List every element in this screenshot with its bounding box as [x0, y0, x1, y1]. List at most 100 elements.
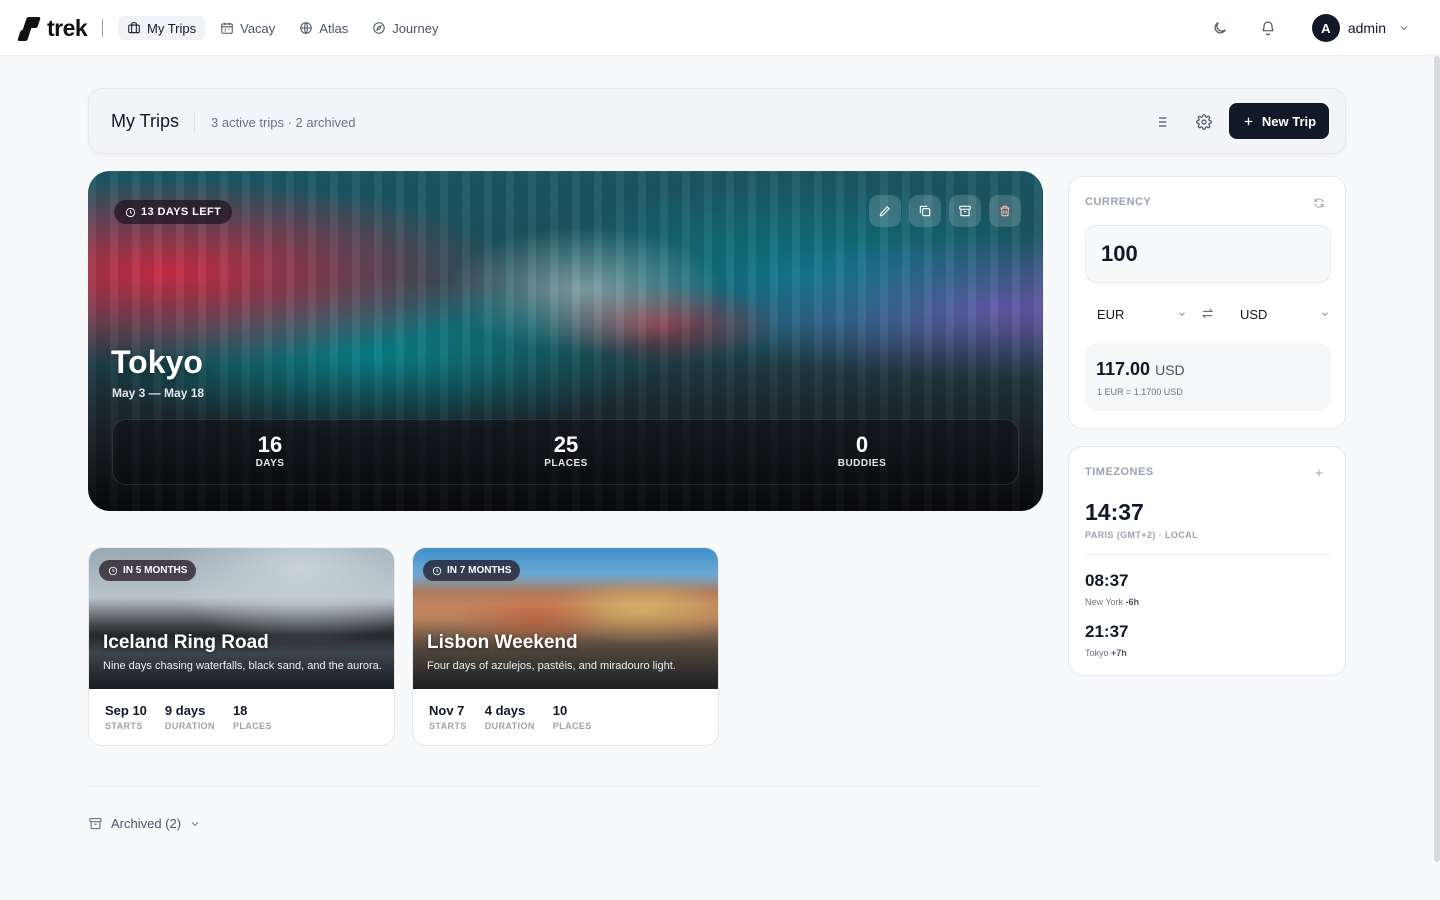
stat-places: 10 PLACES [552, 703, 592, 731]
timezone-divider [1085, 554, 1331, 555]
stat-starts: Nov 7 STARTS [429, 703, 467, 731]
logo-text: trek [47, 15, 88, 41]
converted-unit: USD [1155, 362, 1185, 378]
plus-icon [1244, 117, 1253, 125]
trip-description: Four days of azulejos, pastéis, and mira… [427, 660, 676, 672]
refresh-icon [1314, 198, 1324, 208]
timezone-time-tokyo: 21:37 [1085, 622, 1129, 641]
gear-icon [1196, 114, 1212, 130]
stat-buddies: 0 BUDDIES [837, 432, 887, 469]
settings-button[interactable] [1188, 106, 1220, 138]
avatar: A [1311, 14, 1340, 42]
chevron-down-icon [1179, 312, 1185, 316]
trip-card-lisbon[interactable]: IN 7 MONTHS Lisbon Weekend Four days of … [412, 547, 719, 746]
countdown-badge: IN 7 MONTHS [423, 560, 521, 581]
archived-label: Archived (2) [111, 816, 182, 831]
stat-duration: 4 days DURATION [484, 703, 535, 731]
trip-dates: May 3 — May 18 [112, 386, 205, 400]
archive-icon [89, 817, 102, 830]
calendar-icon [221, 22, 233, 34]
clock-icon [125, 207, 136, 217]
top-nav: trek My Trips Vacay Atlas Journey A admi… [0, 0, 1440, 56]
delete-trip-button[interactable] [989, 195, 1021, 227]
new-trip-label: New Trip [1261, 113, 1317, 129]
compass-icon [373, 22, 385, 34]
clock-icon [432, 566, 442, 575]
nav-item-label: Vacay [240, 20, 276, 36]
timezone-city-new-york: New York -6h [1085, 597, 1140, 607]
trip-stats: Sep 10 STARTS 9 days DURATION 18 PLACES [105, 703, 272, 731]
nav-right: A admin [1204, 0, 1440, 56]
exchange-rate: 1 EUR = 1.1700 USD [1097, 387, 1183, 397]
widget-title: CURRENCY [1085, 196, 1152, 208]
logo-icon [17, 16, 41, 41]
nav-item-journey[interactable]: Journey [363, 16, 447, 40]
stat-duration: 9 days DURATION [164, 703, 215, 731]
archived-toggle[interactable]: Archived (2) [88, 816, 201, 831]
logo[interactable]: trek [17, 15, 88, 42]
trip-stats: Nov 7 STARTS 4 days DURATION 10 PLACES [429, 703, 592, 731]
countdown-badge: IN 5 MONTHS [99, 560, 197, 581]
stat-days: 16 DAYS [255, 432, 285, 469]
featured-trip-card[interactable]: 13 DAYS LEFT Tokyo May 3 — May 18 16 DAY… [88, 171, 1043, 511]
trip-count: 3 active trips · 2 archived [211, 115, 356, 130]
chevron-down-icon [191, 821, 199, 826]
bell-icon [1262, 21, 1274, 36]
dark-mode-toggle[interactable] [1204, 12, 1236, 44]
nav-item-vacay[interactable]: Vacay [211, 16, 284, 40]
pencil-icon [879, 206, 890, 217]
duplicate-trip-button[interactable] [909, 195, 941, 227]
swap-currency-button[interactable] [1197, 303, 1217, 323]
chevron-down-icon [1322, 312, 1328, 316]
list-icon [1155, 117, 1167, 127]
nav-item-label: Atlas [319, 20, 349, 36]
swap-icon [1201, 308, 1213, 318]
conversion-result: 117.00 USD 1 EUR = 1.1700 USD [1085, 343, 1331, 411]
local-timezone-label: PARIS (GMT+2) · LOCAL [1085, 530, 1198, 540]
nav-item-label: Journey [392, 20, 439, 36]
trip-card-iceland[interactable]: IN 5 MONTHS Iceland Ring Road Nine days … [88, 547, 395, 746]
trip-title: Lisbon Weekend [427, 632, 578, 653]
chevron-down-icon [1400, 26, 1408, 31]
local-time: 14:37 [1085, 499, 1144, 525]
widget-title: TIMEZONES [1085, 466, 1154, 478]
trip-title: Tokyo [111, 344, 203, 380]
nav-item-atlas[interactable]: Atlas [290, 16, 357, 40]
timezones-widget: TIMEZONES 14:37 PARIS (GMT+2) · LOCAL 08… [1068, 446, 1346, 676]
trash-icon [1000, 205, 1010, 217]
currency-widget: CURRENCY 100 EUR USD 117.00 USD 1 EUR = … [1068, 176, 1346, 429]
new-trip-button[interactable]: New Trip [1229, 103, 1329, 139]
page-title: My Trips [111, 111, 180, 131]
converted-amount: 117.00 [1096, 359, 1151, 379]
stat-places: 18 PLACES [232, 703, 272, 731]
globe-icon [300, 22, 313, 34]
suitcase-icon [128, 22, 140, 34]
timezone-time-new-york: 08:37 [1085, 571, 1129, 590]
nav-item-my-trips[interactable]: My Trips [118, 16, 206, 40]
nav-divider [102, 19, 103, 37]
refresh-rates-button[interactable] [1311, 195, 1327, 211]
from-currency-select[interactable]: EUR [1097, 303, 1187, 325]
trip-stats: 16 DAYS 25 PLACES 0 BUDDIES [112, 419, 1019, 485]
list-view-button[interactable] [1145, 106, 1177, 138]
notifications-button[interactable] [1252, 12, 1284, 44]
section-divider [88, 786, 1040, 787]
clock-icon [108, 566, 118, 575]
copy-icon [919, 205, 931, 217]
countdown-badge: 13 DAYS LEFT [114, 200, 233, 224]
page-header: My Trips 3 active trips · 2 archived New… [88, 88, 1346, 154]
add-timezone-button[interactable] [1311, 465, 1327, 481]
timezone-city-tokyo: Tokyo +7h [1085, 648, 1127, 658]
moon-icon [1214, 22, 1226, 34]
amount-input[interactable]: 100 [1085, 225, 1331, 283]
archive-trip-button[interactable] [949, 195, 981, 227]
trip-title: Iceland Ring Road [103, 632, 269, 653]
user-menu[interactable]: A admin [1311, 14, 1410, 42]
edit-trip-button[interactable] [869, 195, 901, 227]
scrollbar[interactable] [1434, 56, 1440, 862]
to-currency-select[interactable]: USD [1240, 303, 1330, 325]
archive-icon [959, 205, 971, 217]
nav-item-label: My Trips [147, 20, 197, 36]
main-nav: My Trips Vacay Atlas Journey [118, 16, 447, 40]
plus-icon [1315, 469, 1323, 477]
